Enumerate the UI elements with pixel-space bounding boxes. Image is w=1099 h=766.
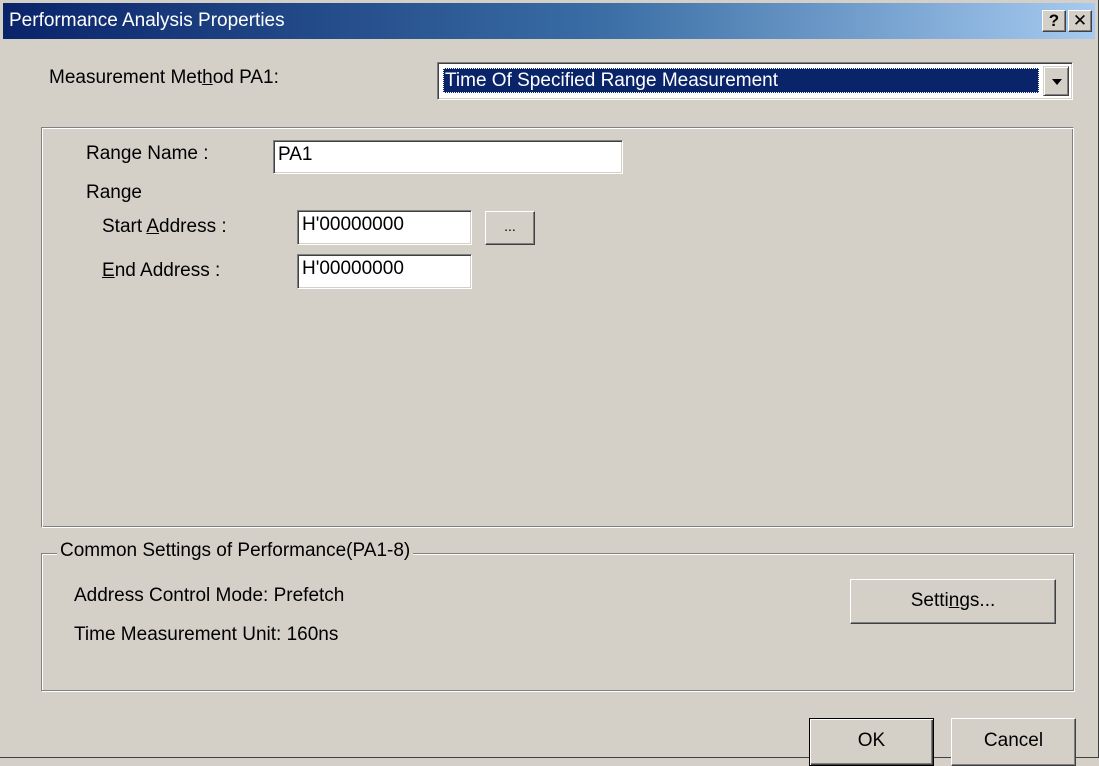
measurement-label-part: Measurement Met [49, 67, 203, 88]
address-control-mode-text: Address Control Mode: Prefetch [74, 585, 345, 606]
measurement-method-select[interactable]: Time Of Specified Range Measurement [437, 62, 1073, 100]
start-address-label-part: ddress : [159, 216, 227, 237]
settings-button[interactable]: Settings... [850, 579, 1056, 624]
end-address-input[interactable]: H'00000000 [297, 254, 472, 289]
measurement-method-label: Measurement Method PA1: [49, 67, 279, 89]
range-name-label-part: Ran [86, 143, 121, 164]
start-address-label-accel: A [146, 216, 160, 237]
range-settings-panel [41, 127, 1074, 528]
dropdown-button[interactable] [1043, 66, 1069, 96]
end-address-label: End Address : [102, 260, 220, 282]
close-button[interactable]: ✕ [1068, 10, 1092, 32]
settings-label-accel: n [948, 590, 960, 611]
dialog-window: Performance Analysis Properties ? ✕ Meas… [0, 0, 1099, 766]
range-name-label-part: e Name : [131, 143, 209, 164]
end-address-label-part: nd Address : [114, 260, 221, 281]
help-button[interactable]: ? [1042, 10, 1066, 32]
range-name-input[interactable]: PA1 [273, 140, 623, 174]
range-name-label-accel: g [120, 143, 132, 164]
browse-address-button[interactable]: ... [485, 211, 535, 245]
range-section-label: Range [86, 182, 142, 203]
close-icon: ✕ [1072, 11, 1088, 30]
title-bar[interactable]: Performance Analysis Properties ? ✕ [3, 3, 1095, 39]
start-address-label-part: Start [102, 216, 147, 237]
common-settings-title: Common Settings of Performance(PA1-8) [57, 540, 414, 562]
range-name-label: Range Name : [86, 143, 209, 165]
ok-button[interactable]: OK [809, 718, 934, 766]
start-address-input[interactable]: H'00000000 [297, 210, 472, 245]
chevron-down-icon [1052, 79, 1062, 85]
time-measurement-unit-text: Time Measurement Unit: 160ns [74, 624, 339, 645]
measurement-label-accel: h [202, 67, 213, 88]
end-address-label-accel: E [102, 260, 115, 281]
measurement-label-part: od PA1: [212, 67, 279, 88]
settings-label-part: Setti [910, 590, 949, 611]
cancel-button[interactable]: Cancel [951, 718, 1076, 766]
window-title: Performance Analysis Properties [9, 10, 285, 31]
help-icon: ? [1048, 11, 1060, 30]
settings-label-part: gs... [959, 590, 996, 611]
measurement-method-value: Time Of Specified Range Measurement [443, 68, 1039, 93]
start-address-label: Start Address : [102, 216, 227, 238]
